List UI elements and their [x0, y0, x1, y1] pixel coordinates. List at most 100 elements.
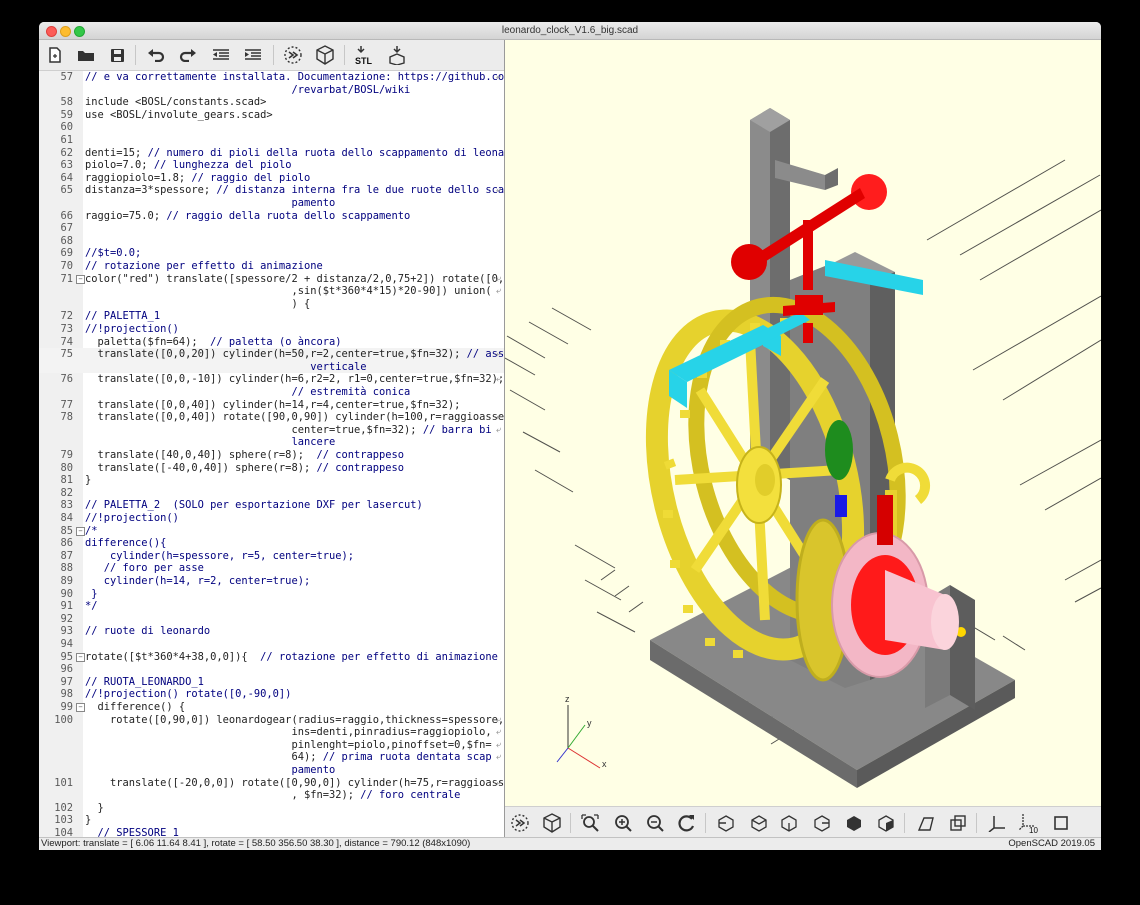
open-file-icon[interactable] [75, 44, 97, 66]
code-line[interactable]: lancere [39, 436, 504, 449]
fold-toggle-icon[interactable]: − [76, 703, 85, 712]
code-line[interactable]: 80 translate([-40,0,40]) sphere(r=8); //… [39, 462, 504, 475]
code-line[interactable]: 102 } [39, 802, 504, 815]
view-all-icon[interactable] [579, 812, 601, 834]
code-line[interactable]: 81} [39, 474, 504, 487]
code-line[interactable]: 101 translate([-20,0,0]) rotate([0,90,0]… [39, 777, 504, 790]
preview-icon[interactable] [509, 812, 531, 834]
code-line[interactable]: 87 cylinder(h=spessore, r=5, center=true… [39, 550, 504, 563]
code-line[interactable]: ,sin($t*360*4*15)*20-90]) union(⤶ [39, 285, 504, 298]
code-line[interactable]: 64 raggiopiolo=1.8; // raggio del piolo [39, 172, 504, 185]
new-file-icon[interactable] [44, 44, 66, 66]
code-line[interactable]: ins=denti,pinradius=raggiopiolo, ⤶ [39, 726, 504, 739]
reset-view-icon[interactable] [676, 812, 698, 834]
code-line[interactable]: 93 // ruote di leonardo [39, 625, 504, 638]
perspective-icon[interactable] [915, 812, 937, 834]
code-line[interactable]: 97 // RUOTA_LEONARDO_1 [39, 676, 504, 689]
code-line[interactable]: 84 //!projection() [39, 512, 504, 525]
code-line[interactable]: 60 [39, 121, 504, 134]
code-line[interactable]: 73 //!projection() [39, 323, 504, 336]
code-line[interactable]: 72 // PALETTA_1 [39, 310, 504, 323]
render-icon[interactable] [314, 44, 336, 66]
code-line[interactable]: 91 */ [39, 600, 504, 613]
code-line[interactable]: pamento [39, 197, 504, 210]
redo-icon[interactable] [177, 44, 199, 66]
code-line[interactable]: 82 [39, 487, 504, 500]
code-line[interactable]: pamento [39, 764, 504, 777]
code-area[interactable]: 57 // e va correttamente installata. Docu… [39, 71, 504, 838]
show-scale-icon[interactable]: 10 [1018, 812, 1040, 834]
code-line[interactable]: // estremità conica [39, 386, 504, 399]
export-stl-icon[interactable]: STL [354, 44, 376, 66]
code-line[interactable]: 77 translate([0,0,40]) cylinder(h=14,r=4… [39, 399, 504, 412]
render-icon[interactable] [541, 812, 563, 834]
code-line[interactable]: 64); // prima ruota dentata scap ⤶ [39, 751, 504, 764]
code-line[interactable]: , $fn=32); // foro centrale [39, 789, 504, 802]
code-line[interactable]: 83 // PALETTA_2 (SOLO per esportazione DX… [39, 499, 504, 512]
code-line[interactable]: 99− difference() { [39, 701, 504, 714]
code-line[interactable]: 74 paletta($fn=64); // paletta (o àncora… [39, 336, 504, 349]
code-line[interactable]: verticale [39, 360, 504, 374]
code-line[interactable]: ) { [39, 298, 504, 311]
code-line[interactable]: 66 raggio=75.0; // raggio della ruota del… [39, 210, 504, 223]
code-line[interactable]: 71− color("red") translate([spessore/2 + … [39, 273, 504, 286]
indent-icon[interactable] [242, 44, 264, 66]
code-text: } [85, 474, 92, 487]
minimize-window-button[interactable] [60, 26, 71, 37]
view-front-icon[interactable] [843, 812, 865, 834]
zoom-in-icon[interactable] [612, 812, 634, 834]
show-axes-icon[interactable] [986, 812, 1008, 834]
view-top-icon[interactable] [748, 812, 770, 834]
orthogonal-icon[interactable] [947, 812, 969, 834]
code-line[interactable]: 62 denti=15; // numero di pioli della ruo… [39, 147, 504, 160]
view-right-icon[interactable] [715, 812, 737, 834]
line-wrap-icon: ⤶ [495, 349, 501, 360]
code-line[interactable]: 89 cylinder(h=14, r=2, center=true); [39, 575, 504, 588]
undo-icon[interactable] [145, 44, 167, 66]
code-line[interactable]: 94 [39, 638, 504, 651]
code-line[interactable]: 68 [39, 235, 504, 248]
zoom-out-icon[interactable] [644, 812, 666, 834]
close-window-button[interactable] [46, 26, 57, 37]
3d-viewport[interactable]: z y x [505, 40, 1101, 806]
view-left-icon[interactable] [811, 812, 833, 834]
code-line[interactable]: 75 translate([0,0,20]) cylinder(h=50,r=2… [39, 348, 504, 361]
fold-toggle-icon[interactable]: − [76, 526, 85, 536]
code-line[interactable]: pinlenght=piolo,pinoffset=0,$fn= ⤶ [39, 739, 504, 752]
send-to-3d-print-icon[interactable] [386, 44, 408, 66]
code-line[interactable]: /revarbat/BOSL/wiki [39, 84, 504, 97]
code-line[interactable]: 76 translate([0,0,-10]) cylinder(h=6,r2=… [39, 373, 504, 386]
line-number: 70 [60, 260, 73, 272]
code-line[interactable]: 95− rotate([$t*360*4+38,0,0]){ // rotazio… [39, 651, 504, 664]
code-line[interactable]: 61 [39, 134, 504, 147]
code-line[interactable]: 79 translate([40,0,40]) sphere(r=8); // … [39, 449, 504, 462]
code-line[interactable]: 69 //$t=0.0; [39, 247, 504, 260]
code-line[interactable]: 58 include <BOSL/constants.scad> [39, 96, 504, 109]
code-line[interactable]: 88 // foro per asse [39, 562, 504, 575]
fold-toggle-icon[interactable]: − [76, 652, 85, 662]
view-bottom-icon[interactable] [778, 812, 800, 834]
view-back-icon[interactable] [875, 812, 897, 834]
code-line[interactable]: 85−/* [39, 525, 504, 538]
code-line[interactable]: 103} [39, 814, 504, 827]
fold-toggle-icon[interactable]: − [76, 274, 85, 284]
code-line[interactable]: 90 } [39, 588, 504, 601]
code-line[interactable]: 67 [39, 222, 504, 235]
show-edges-icon[interactable] [1050, 812, 1072, 834]
code-line[interactable]: 92 [39, 613, 504, 626]
code-line[interactable]: 96 [39, 663, 504, 676]
code-line[interactable]: 59 use <BOSL/involute_gears.scad> [39, 109, 504, 122]
code-line[interactable]: 63 piolo=7.0; // lunghezza del piolo [39, 159, 504, 172]
code-line[interactable]: 65 distanza=3*spessore; // distanza inter… [39, 184, 504, 197]
code-line[interactable]: 98 //!projection() rotate([0,-90,0]) [39, 688, 504, 701]
code-line[interactable]: 86 difference(){ [39, 537, 504, 550]
code-line[interactable]: 100 rotate([0,90,0]) leonardogear(radius… [39, 714, 504, 727]
preview-icon[interactable] [282, 44, 304, 66]
code-line[interactable]: center=true,$fn=32); // barra bi ⤶ [39, 424, 504, 437]
unindent-icon[interactable] [210, 44, 232, 66]
code-line[interactable]: 70 // rotazione per effetto di animazione [39, 260, 504, 273]
code-line[interactable]: 78 translate([0,0,40]) rotate([90,0,90])… [39, 411, 504, 424]
maximize-window-button[interactable] [74, 26, 85, 37]
code-line[interactable]: 57 // e va correttamente installata. Docu… [39, 71, 504, 84]
save-file-icon[interactable] [106, 44, 128, 66]
